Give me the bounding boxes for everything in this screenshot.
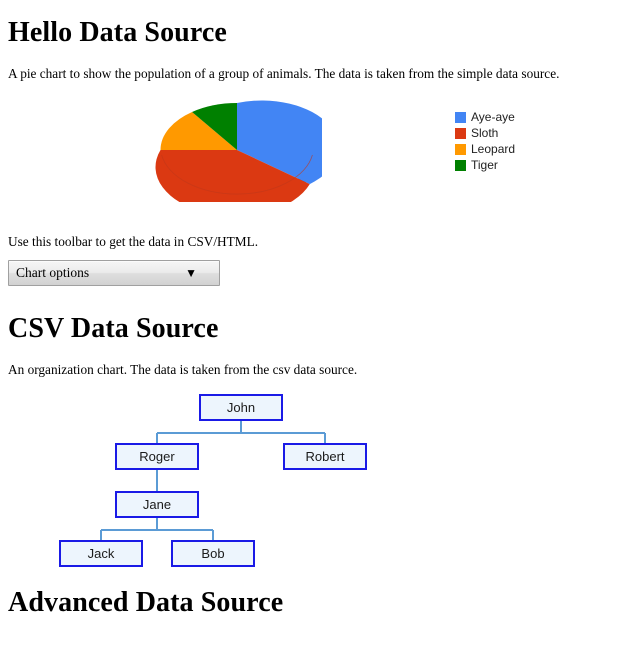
org-node-label: Roger: [139, 448, 175, 464]
legend-label-aye-aye: Aye-aye: [471, 109, 515, 124]
org-node-label: Bob: [201, 545, 225, 561]
legend-item-tiger[interactable]: Tiger: [455, 158, 515, 173]
page-root: Hello Data Source A pie chart to show th…: [0, 16, 636, 619]
page-title-advanced: Advanced Data Source: [8, 586, 284, 618]
org-node-jane[interactable]: Jane: [115, 490, 199, 518]
hello-description: A pie chart to show the population of a …: [8, 66, 560, 82]
chart-options-dropdown[interactable]: Chart options ▼: [8, 259, 220, 286]
legend-swatch-aye-aye: [455, 111, 466, 123]
org-node-label: Robert: [305, 448, 345, 464]
legend-label-tiger: Tiger: [471, 157, 498, 172]
org-node-john[interactable]: John: [199, 393, 283, 421]
page-title-csv: CSV Data Source: [8, 312, 219, 344]
legend-swatch-sloth: [455, 127, 466, 139]
chart-toolbar: Chart options ▼: [8, 259, 628, 286]
org-node-label: John: [226, 399, 256, 415]
legend-swatch-tiger: [455, 159, 466, 171]
org-node-jack[interactable]: Jack: [59, 539, 143, 567]
legend-item-leopard[interactable]: Leopard: [455, 142, 515, 157]
csv-description: An organization chart. The data is taken…: [8, 361, 358, 377]
pie-chart-block: Aye-aye Sloth Leopard Tiger: [8, 92, 628, 217]
legend-item-sloth[interactable]: Sloth: [455, 126, 515, 141]
pie-chart-legend: Aye-aye Sloth Leopard Tiger: [455, 110, 515, 174]
toolbar-description: Use this toolbar to get the data in CSV/…: [8, 233, 259, 249]
legend-label-leopard: Leopard: [471, 141, 516, 156]
pie-chart-svg: [155, 100, 322, 202]
org-node-roger[interactable]: Roger: [115, 442, 199, 470]
legend-swatch-leopard: [455, 143, 466, 155]
legend-label-sloth: Sloth: [471, 125, 499, 140]
org-chart[interactable]: John Roger Robert Jane Jack Bob: [8, 390, 628, 570]
pie-chart[interactable]: [152, 92, 322, 202]
chart-options-label: Chart options: [16, 264, 90, 280]
org-node-bob[interactable]: Bob: [171, 539, 255, 567]
org-node-label: Jack: [87, 545, 115, 561]
chevron-down-icon: ▼: [185, 265, 197, 280]
org-node-robert[interactable]: Robert: [283, 442, 367, 470]
legend-item-aye-aye[interactable]: Aye-aye: [455, 110, 515, 125]
org-node-label: Jane: [142, 496, 172, 512]
page-title-hello: Hello Data Source: [8, 17, 227, 48]
